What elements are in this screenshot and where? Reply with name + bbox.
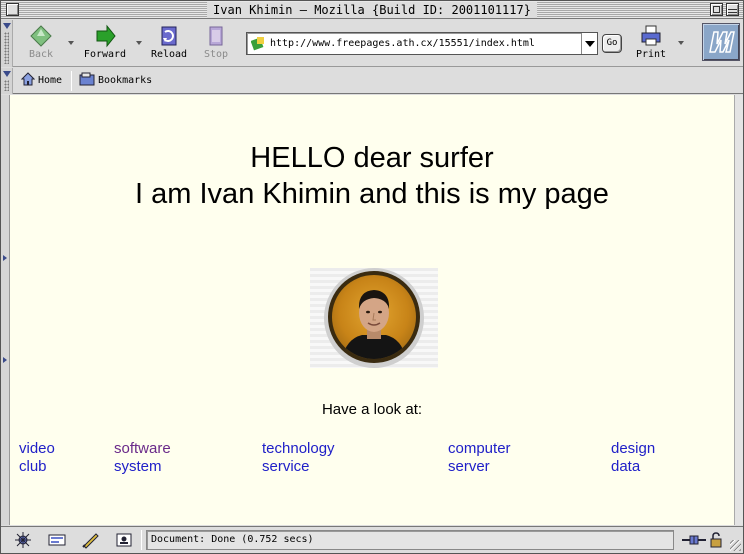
title-bar[interactable]: Ivan Khimin – Mozilla {Build ID: 2001101… — [1, 1, 743, 19]
page-heading-line2: I am Ivan Khimin and this is my page — [135, 178, 609, 210]
toolbar-separator — [71, 71, 72, 91]
print-button[interactable]: Print — [625, 22, 677, 64]
status-text: Document: Done (0.752 secs) — [151, 534, 314, 545]
browser-window: Ivan Khimin – Mozilla {Build ID: 2001101… — [0, 0, 744, 554]
back-button[interactable]: Back — [15, 22, 67, 64]
link-software[interactable]: software — [114, 440, 171, 458]
print-label: Print — [635, 49, 667, 60]
status-bar: Document: Done (0.752 secs) — [1, 526, 743, 553]
link-design[interactable]: design — [611, 440, 655, 458]
navigation-toolbar: Back Forward Reload Stop http://www.free… — [1, 20, 743, 67]
home-icon — [20, 72, 36, 86]
stop-icon — [209, 26, 223, 46]
page-content: HELLO dear surfer I am Ivan Khimin and t… — [10, 95, 734, 525]
sidebar-open-icon — [3, 357, 7, 363]
portrait-photo — [310, 268, 438, 368]
composer-icon[interactable] — [81, 531, 101, 549]
look-prompt: Have a look at: — [321, 401, 423, 418]
reload-button[interactable]: Reload — [143, 22, 195, 64]
link-data[interactable]: data — [611, 458, 640, 476]
home-button[interactable]: Home — [20, 72, 63, 90]
link-technology[interactable]: technology — [262, 440, 335, 458]
link-server[interactable]: server — [448, 458, 490, 476]
print-dropdown-icon[interactable] — [678, 41, 684, 45]
link-club[interactable]: club — [19, 458, 47, 476]
vertical-scrollbar[interactable] — [734, 95, 743, 525]
forward-label: Forward — [83, 49, 127, 60]
go-button[interactable]: Go — [602, 34, 622, 53]
status-divider — [141, 530, 142, 550]
link-system[interactable]: system — [114, 458, 162, 476]
personal-toolbar-grippy[interactable] — [1, 68, 13, 94]
page-heading-line1: HELLO dear surfer — [250, 142, 494, 174]
online-status-icon[interactable] — [681, 531, 707, 549]
printer-icon — [641, 25, 661, 46]
bookmarks-button[interactable]: Bookmarks — [79, 72, 152, 90]
bookmarks-icon — [79, 72, 95, 86]
url-bar[interactable] — [246, 32, 598, 55]
address-book-icon[interactable] — [114, 531, 134, 549]
sidebar-toggle-strip[interactable] — [1, 95, 10, 525]
resize-grip[interactable] — [730, 540, 741, 551]
home-label: Home — [38, 75, 63, 86]
url-input[interactable] — [270, 35, 580, 52]
stop-label: Stop — [203, 49, 229, 60]
link-computer[interactable]: computer — [448, 440, 511, 458]
portrait-face-icon — [342, 290, 406, 359]
reload-icon — [161, 26, 177, 46]
stop-button[interactable]: Stop — [190, 22, 242, 64]
mozilla-throbber[interactable] — [702, 23, 740, 61]
status-text-box: Document: Done (0.752 secs) — [146, 530, 674, 550]
close-box[interactable] — [6, 3, 19, 16]
back-label: Back — [28, 49, 54, 60]
forward-dropdown-icon[interactable] — [136, 41, 142, 45]
url-dropdown-icon[interactable] — [581, 33, 597, 54]
personal-toolbar: Home Bookmarks — [1, 68, 743, 94]
navigator-icon[interactable] — [13, 531, 33, 549]
forward-button[interactable]: Forward — [79, 22, 131, 64]
bookmarks-label: Bookmarks — [98, 75, 153, 86]
reload-label: Reload — [150, 49, 188, 60]
site-icon — [251, 37, 264, 51]
security-lock-icon[interactable] — [708, 531, 724, 549]
link-video[interactable]: video — [19, 440, 55, 458]
back-arrow-icon — [30, 25, 52, 47]
zoom-box[interactable] — [710, 3, 723, 16]
navbar-grippy[interactable] — [1, 20, 13, 67]
link-service[interactable]: service — [262, 458, 310, 476]
mozilla-logo-icon — [709, 31, 735, 53]
sidebar-open-icon — [3, 255, 7, 261]
collapse-box[interactable] — [726, 3, 739, 16]
window-title: Ivan Khimin – Mozilla {Build ID: 2001101… — [207, 2, 537, 18]
mail-icon[interactable] — [47, 531, 67, 549]
back-dropdown-icon[interactable] — [68, 41, 74, 45]
forward-arrow-icon — [96, 24, 116, 48]
